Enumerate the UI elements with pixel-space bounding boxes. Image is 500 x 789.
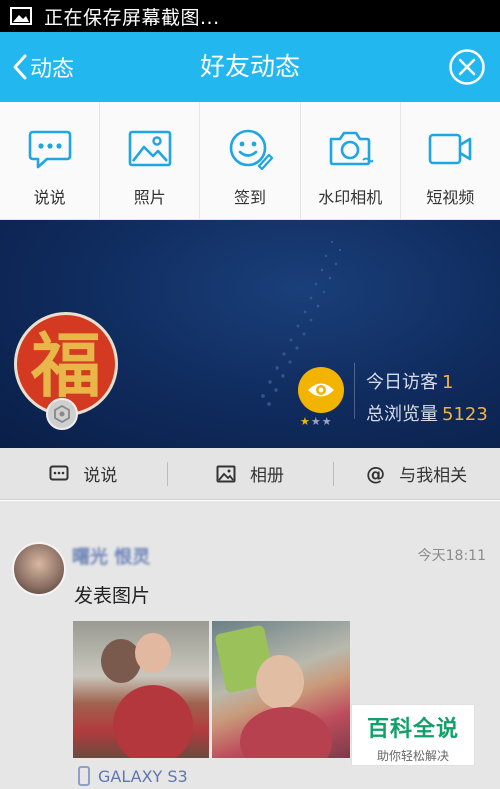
today-visitors-label: 今日访客 — [366, 372, 438, 393]
today-visitors[interactable]: 今日访客 1 — [366, 368, 453, 394]
camera-icon — [329, 131, 374, 166]
visitor-eye-icon[interactable] — [298, 367, 344, 413]
feed-photo[interactable] — [73, 621, 209, 758]
level-stars: ★★★ — [300, 415, 333, 428]
tab-label: 与我相关 — [399, 466, 468, 486]
back-button[interactable]: 动态 — [12, 32, 74, 102]
album-icon — [216, 465, 236, 483]
tab-related-to-me[interactable]: @ 与我相关 — [333, 448, 500, 500]
page-title: 好友动态 — [199, 52, 300, 81]
feed-post-text: 发表图片 — [74, 585, 151, 607]
avatar-fu-character: 福 — [31, 324, 101, 407]
today-visitors-value: 1 — [442, 372, 454, 393]
quick-action-shuoshuo[interactable]: 说说 — [0, 102, 101, 219]
speech-bubble-icon — [49, 465, 69, 483]
quick-action-photo[interactable]: 照片 — [100, 102, 201, 219]
quick-action-watermark-camera[interactable]: 水印相机 — [301, 102, 401, 219]
quick-action-label: 说说 — [33, 188, 66, 207]
quick-action-label: 水印相机 — [318, 188, 383, 207]
feed-user-avatar[interactable] — [12, 542, 66, 596]
quick-action-checkin[interactable]: 签到 — [200, 102, 301, 219]
status-text: 正在保存屏幕截图... — [44, 6, 220, 29]
smile-checkin-icon — [229, 129, 273, 170]
feed-user-name[interactable]: 曙光 恨灵 — [72, 543, 150, 569]
watermark-sub-text: 助你轻松解决 — [376, 749, 449, 763]
total-views-value: 5123 — [442, 404, 488, 425]
tab-label: 说说 — [83, 466, 118, 486]
quick-action-label: 照片 — [133, 188, 166, 207]
image-icon — [10, 7, 32, 25]
profile-tabs: 说说 相册 @ 与我相关 — [0, 448, 500, 500]
at-sign-icon: @ — [366, 462, 386, 485]
status-bar: 正在保存屏幕截图... — [0, 0, 500, 32]
quick-action-bar: 说说 照片 签到 水印相机 短视频 — [0, 102, 500, 220]
speech-bubble-icon — [28, 130, 71, 169]
tab-label: 相册 — [250, 466, 284, 486]
watermark-logo: 百科全说 助你轻松解决 — [351, 704, 475, 766]
feed-photo[interactable] — [212, 621, 350, 758]
total-views[interactable]: 总浏览量 5123 — [366, 400, 488, 426]
close-circle-icon[interactable] — [448, 48, 486, 86]
tab-album[interactable]: 相册 — [166, 448, 334, 500]
feed-post-time: 今天18:11 — [417, 548, 486, 564]
quick-action-label: 短视频 — [426, 188, 475, 207]
stats-divider — [354, 363, 355, 419]
profile-cover: 福 ★★★ 今日访客 1 总浏览量 5123 — [0, 220, 500, 448]
nav-bar: 动态 好友动态 — [0, 32, 500, 102]
total-views-label: 总浏览量 — [366, 404, 438, 425]
feed-device-info: GALAXY S3 — [78, 766, 188, 786]
watermark-main-text: 百科全说 — [366, 717, 459, 742]
vip-badge-icon — [46, 398, 78, 430]
back-label: 动态 — [30, 57, 75, 82]
quick-action-short-video[interactable]: 短视频 — [401, 102, 500, 219]
chevron-left-icon — [13, 54, 27, 80]
tab-shuoshuo[interactable]: 说说 — [0, 448, 167, 500]
device-label: GALAXY S3 — [98, 766, 188, 786]
photo-icon — [128, 130, 172, 167]
video-camera-icon — [429, 133, 472, 165]
quick-action-label: 签到 — [234, 188, 267, 207]
phone-icon — [78, 766, 90, 786]
